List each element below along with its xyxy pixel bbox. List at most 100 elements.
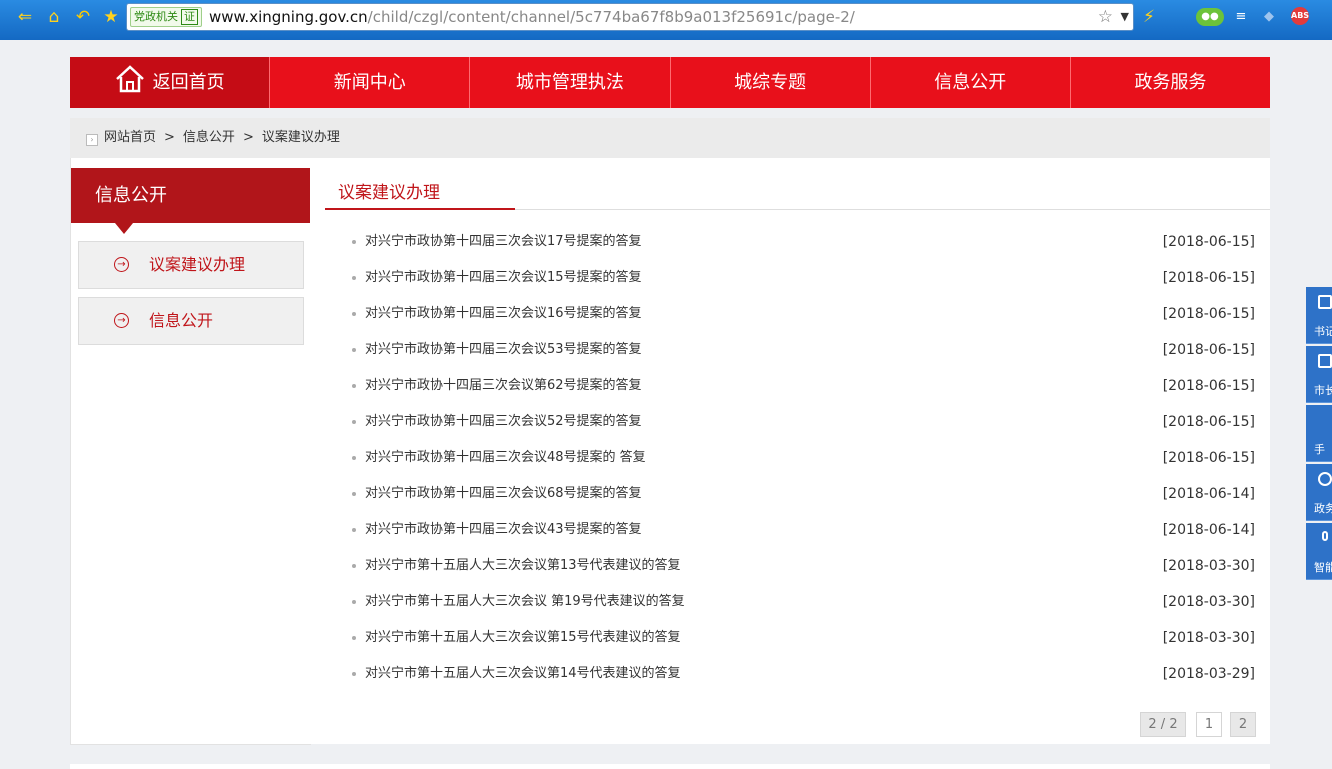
bullet-icon [352, 492, 356, 496]
article-title-link[interactable]: 对兴宁市政协第十四届三次会议43号提案的答复 [365, 512, 642, 548]
list-item: 对兴宁市政协十四届三次会议第62号提案的答复 [2018-06-15] [350, 368, 1255, 404]
undo-icon[interactable]: ↶ [72, 6, 94, 28]
nav-home-label: 返回首页 [152, 72, 225, 93]
footer-edge [70, 764, 1270, 769]
breadcrumb-separator: > [242, 130, 254, 145]
article-date: [2018-06-14] [1162, 522, 1255, 538]
bullet-icon [352, 276, 356, 280]
bullet-icon [352, 420, 356, 424]
float-tab-label: 智能 [1314, 561, 1332, 574]
gov-badge: 党政机关证 [130, 7, 202, 27]
mailbox-icon [1318, 295, 1332, 309]
float-tab-gov[interactable]: 政务 [1306, 464, 1332, 521]
list-item: 对兴宁市政协第十四届三次会议48号提案的 答复 [2018-06-15] [350, 440, 1255, 476]
article-title-link[interactable]: 对兴宁市政协第十四届三次会议17号提案的答复 [365, 224, 642, 260]
bullet-icon [352, 564, 356, 568]
nav-topics[interactable]: 城综专题 [671, 57, 871, 108]
home-icon[interactable]: ⌂ [43, 6, 65, 28]
chat-icon [1318, 472, 1332, 486]
list-item: 对兴宁市第十五届人大三次会议第15号代表建议的答复 [2018-03-30] [350, 620, 1255, 656]
sidebar-item-info[interactable]: → 信息公开 [78, 297, 304, 345]
article-title-link[interactable]: 对兴宁市第十五届人大三次会议第14号代表建议的答复 [365, 656, 681, 692]
page-title: 议案建议办理 [338, 183, 440, 203]
adblock-icon[interactable]: ABS [1291, 7, 1309, 25]
url-text[interactable]: www.xingning.gov.cn/child/czgl/content/c… [209, 4, 855, 30]
article-title-link[interactable]: 对兴宁市政协第十四届三次会议16号提案的答复 [365, 296, 642, 332]
breadcrumb-home[interactable]: 网站首页 [104, 130, 156, 145]
nav-info-disclosure[interactable]: 信息公开 [871, 57, 1071, 108]
url-host: www.xingning.gov.cn [209, 8, 368, 26]
float-tab-smart[interactable]: 智能 [1306, 523, 1332, 580]
breadcrumb-icon: › [86, 134, 98, 146]
list-item: 对兴宁市政协第十四届三次会议17号提案的答复 [2018-06-15] [350, 224, 1255, 260]
article-date: [2018-06-15] [1162, 378, 1255, 394]
page-link-1[interactable]: 1 [1196, 712, 1222, 737]
sidebar-heading-pointer [115, 223, 133, 234]
article-title-link[interactable]: 对兴宁市政协第十四届三次会议53号提案的答复 [365, 332, 642, 368]
bullet-icon [352, 384, 356, 388]
mailbox-icon [1318, 354, 1332, 368]
article-date: [2018-03-30] [1162, 594, 1255, 610]
article-title-link[interactable]: 对兴宁市第十五届人大三次会议第13号代表建议的答复 [365, 548, 681, 584]
list-item: 对兴宁市政协第十四届三次会议16号提案的答复 [2018-06-15] [350, 296, 1255, 332]
breadcrumb: › 网站首页 > 信息公开 > 议案建议办理 [70, 118, 1270, 158]
gov-badge-label: 党政机关 [134, 10, 178, 23]
article-list: 对兴宁市政协第十四届三次会议17号提案的答复 [2018-06-15] 对兴宁市政协… [350, 224, 1255, 692]
float-tab-mayor[interactable]: 市长 [1306, 346, 1332, 403]
bullet-icon [352, 348, 356, 352]
translate-icon[interactable]: ≡ [1232, 6, 1250, 28]
article-title-link[interactable]: 对兴宁市政协第十四届三次会议68号提案的答复 [365, 476, 642, 512]
breadcrumb-info[interactable]: 信息公开 [183, 130, 235, 145]
float-tab-label: 市长 [1314, 384, 1332, 397]
list-item: 对兴宁市政协第十四届三次会议15号提案的答复 [2018-06-15] [350, 260, 1255, 296]
bookmark-star-icon[interactable]: ☆ [1098, 4, 1113, 30]
article-date: [2018-06-15] [1162, 450, 1255, 466]
nav-news[interactable]: 新闻中心 [270, 57, 471, 108]
breadcrumb-current[interactable]: 议案建议办理 [262, 130, 340, 145]
shield-icon[interactable]: ◆ [1262, 6, 1276, 28]
bullet-icon [352, 312, 356, 316]
article-title-link[interactable]: 对兴宁市政协第十四届三次会议15号提案的答复 [365, 260, 642, 296]
list-item: 对兴宁市第十五届人大三次会议第14号代表建议的答复 [2018-03-29] [350, 656, 1255, 692]
nav-law-enforcement[interactable]: 城市管理执法 [470, 57, 671, 108]
list-item: 对兴宁市政协第十四届三次会议43号提案的答复 [2018-06-14] [350, 512, 1255, 548]
title-underline [325, 208, 515, 210]
lightning-icon[interactable]: ⚡ [1138, 6, 1160, 28]
page-link-2[interactable]: 2 [1230, 712, 1256, 737]
bullet-icon [352, 240, 356, 244]
favorites-star-icon[interactable]: ★ [100, 6, 122, 28]
pagination: 2 / 2 1 2 [1140, 712, 1256, 737]
browser-toolbar: ⇐ ⌂ ↶ ★ 党政机关证 www.xingning.gov.cn/child/… [0, 0, 1332, 40]
arrow-circle-icon: → [114, 313, 129, 328]
address-bar[interactable]: 党政机关证 www.xingning.gov.cn/child/czgl/con… [126, 3, 1134, 31]
article-title-link[interactable]: 对兴宁市第十五届人大三次会议 第19号代表建议的答复 [365, 584, 685, 620]
article-title-link[interactable]: 对兴宁市政协第十四届三次会议48号提案的 答复 [365, 440, 646, 476]
article-title-link[interactable]: 对兴宁市政协十四届三次会议第62号提案的答复 [365, 368, 642, 404]
extension-icon[interactable]: ●● [1196, 8, 1224, 26]
article-title-link[interactable]: 对兴宁市第十五届人大三次会议第15号代表建议的答复 [365, 620, 681, 656]
nav-home[interactable]: 返回首页 [70, 57, 271, 108]
sidebar-heading: 信息公开 [71, 168, 310, 223]
sidebar-item-proposals[interactable]: → 议案建议办理 [78, 241, 304, 289]
robot-icon [1322, 531, 1328, 541]
float-tab-label: 手 [1314, 443, 1325, 456]
bullet-icon [352, 528, 356, 532]
article-title-link[interactable]: 对兴宁市政协第十四届三次会议52号提案的答复 [365, 404, 642, 440]
float-tab-mobile[interactable]: 手 [1306, 405, 1332, 462]
back-icon[interactable]: ⇐ [14, 6, 36, 28]
article-date: [2018-06-15] [1162, 306, 1255, 322]
float-tab-secretary[interactable]: 书记 [1306, 287, 1332, 344]
nav-services[interactable]: 政务服务 [1071, 57, 1270, 108]
url-path: /child/czgl/content/channel/5c774ba67f8b… [367, 8, 855, 26]
article-date: [2018-06-15] [1162, 270, 1255, 286]
article-date: [2018-03-30] [1162, 630, 1255, 646]
list-item: 对兴宁市第十五届人大三次会议第13号代表建议的答复 [2018-03-30] [350, 548, 1255, 584]
breadcrumb-separator: > [164, 130, 175, 145]
dropdown-arrow-icon[interactable]: ▼ [1121, 4, 1129, 30]
arrow-circle-icon: → [114, 257, 129, 272]
sidebar-item-label: 议案建议办理 [149, 255, 246, 274]
sidebar: 信息公开 → 议案建议办理 → 信息公开 [70, 158, 311, 745]
house-icon [115, 65, 144, 93]
list-item: 对兴宁市政协第十四届三次会议52号提案的答复 [2018-06-15] [350, 404, 1255, 440]
article-date: [2018-06-14] [1162, 486, 1255, 502]
